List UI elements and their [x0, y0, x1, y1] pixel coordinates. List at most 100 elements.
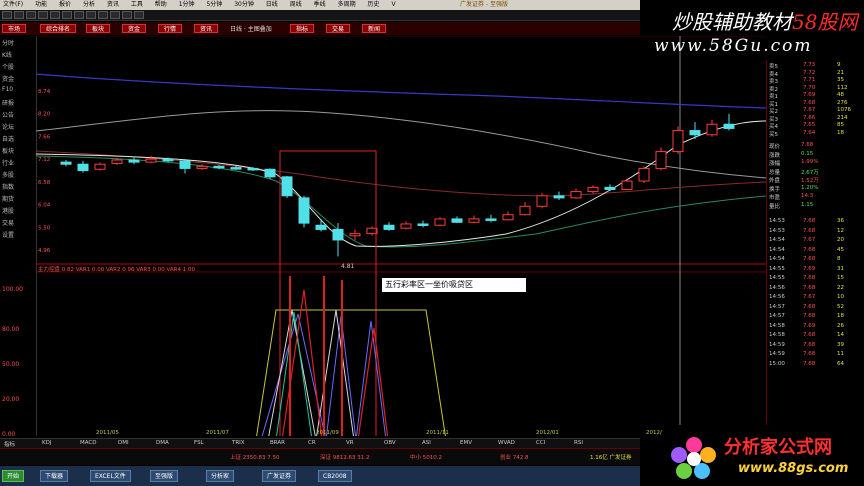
taskbar-item[interactable]: 至强版 [150, 470, 179, 482]
nav-item[interactable]: F10 [2, 86, 32, 93]
candle-body [179, 160, 191, 169]
tick-price: 7.68 [803, 275, 816, 281]
trade-button[interactable]: 交易 [326, 24, 351, 33]
nav-item[interactable]: 指数 [2, 182, 32, 191]
nav-item[interactable]: 自选 [2, 134, 32, 143]
forward-icon[interactable] [26, 11, 36, 19]
back-icon[interactable] [14, 11, 24, 19]
taskbar-item[interactable]: CB2008 [318, 470, 352, 482]
market-button[interactable]: 市场 [2, 24, 27, 33]
indicator-tab[interactable]: KDJ [42, 440, 51, 446]
tick-time: 14:53 [769, 218, 785, 224]
sector-button[interactable]: 板块 [86, 24, 111, 33]
indicator-tab[interactable]: FSL [194, 440, 204, 446]
nav-item[interactable]: 板块 [2, 146, 32, 155]
menu-quote[interactable]: 报价 [56, 1, 71, 8]
kline-chart[interactable]: 4.81 8.74 8.20 7.66 7.12 6.58 6.04 5.50 4.96 201… [36, 36, 766, 436]
version[interactable]: V [388, 1, 395, 8]
taskbar-item[interactable]: 分析家 [206, 470, 235, 482]
indicator-tab[interactable]: EMV [460, 440, 472, 446]
menu-help[interactable]: 帮助 [152, 1, 167, 8]
menu-analysis[interactable]: 分析 [80, 1, 95, 8]
period-season[interactable]: 季线 [311, 1, 326, 8]
indicator-tab[interactable]: DMI [118, 440, 129, 446]
period-week[interactable]: 周线 [287, 1, 302, 8]
indicator-tab[interactable]: WVAD [498, 440, 515, 446]
indicator-tab[interactable]: OBV [384, 440, 396, 446]
nav-item[interactable]: 分时 [2, 38, 32, 47]
date-tick-label: 2011/11 [426, 430, 449, 436]
nav-item[interactable]: 多股 [2, 170, 32, 179]
candle-body [451, 218, 463, 223]
tick-price: 7.68 [803, 227, 816, 234]
capital-button[interactable]: 资金 [122, 24, 147, 33]
history[interactable]: 历史 [365, 1, 380, 8]
indicator-tab[interactable]: TRIX [232, 440, 245, 446]
taskbar-item[interactable]: EXCEL文件 [90, 470, 131, 482]
home-icon[interactable] [2, 11, 12, 19]
tick-time: 14:54 [769, 256, 785, 262]
zoom-in-icon[interactable] [62, 11, 72, 19]
candle-body [128, 159, 140, 163]
ind-y-label: 20.00 [2, 396, 20, 403]
tick-time: 14:55 [769, 265, 785, 272]
period-multi[interactable]: 多周期 [335, 1, 356, 8]
indicator-tab[interactable]: MACD [80, 440, 97, 446]
nav-item[interactable]: 交易 [2, 218, 32, 227]
period-day[interactable]: 日线 [263, 1, 278, 8]
headline-button[interactable]: 新闻 [362, 24, 387, 33]
news-info-button[interactable]: 资讯 [194, 24, 219, 33]
indicator-tab[interactable]: CCI [536, 440, 545, 446]
nav-item[interactable]: 期货 [2, 194, 32, 203]
period-5min[interactable]: 5分钟 [203, 1, 222, 8]
zoom-out-icon[interactable] [74, 11, 84, 19]
nav-item[interactable]: 行业 [2, 158, 32, 167]
candle-body [672, 130, 684, 153]
candle-body [468, 218, 480, 223]
tick-volume: 20 [837, 237, 844, 243]
candle-body [723, 123, 735, 129]
indicator-tab[interactable]: 指标 [4, 440, 15, 448]
ind-y-label: 0.00 [2, 431, 16, 438]
ranking-button[interactable]: 综合排名 [40, 24, 77, 33]
indicator-tab[interactable]: ASI [422, 440, 431, 446]
nav-item[interactable]: 公告 [2, 110, 32, 119]
search-icon[interactable] [50, 11, 60, 19]
nav-item[interactable]: 港股 [2, 206, 32, 215]
print-icon[interactable] [98, 11, 108, 19]
nav-item[interactable]: 个股 [2, 62, 32, 71]
nav-item[interactable]: 设置 [2, 230, 32, 239]
menu-news[interactable]: 资讯 [104, 1, 119, 8]
indicator-tab[interactable]: VR [346, 440, 354, 446]
settings-icon[interactable] [110, 11, 120, 19]
taskbar-item[interactable]: 下载器 [40, 470, 69, 482]
period-1min[interactable]: 1分钟 [176, 1, 195, 8]
indicator-button[interactable]: 指标 [290, 24, 315, 33]
nav-item[interactable]: 研报 [2, 98, 32, 107]
indicator-tab[interactable]: BRAR [270, 440, 285, 446]
start-button[interactable]: 开始 [2, 470, 25, 482]
indicator-tab[interactable]: DMA [156, 440, 169, 446]
period-30min[interactable]: 30分钟 [231, 1, 254, 8]
nav-item[interactable]: 论坛 [2, 122, 32, 131]
indicator-tab[interactable]: RSI [574, 440, 583, 446]
indicator-tab[interactable]: CR [308, 440, 316, 446]
taskbar-item[interactable]: 广发证券 [262, 470, 297, 482]
quote-button[interactable]: 行情 [158, 24, 183, 33]
candle-body [604, 186, 616, 190]
list-icon[interactable] [134, 11, 144, 19]
order-book-price: 7.66 [803, 114, 816, 121]
tick-volume: 39 [837, 341, 844, 348]
window-icon[interactable] [122, 11, 132, 19]
order-book-price: 7.68 [803, 99, 816, 106]
nav-item[interactable]: 资金 [2, 74, 32, 83]
menu-file[interactable]: 文件(F) [0, 1, 23, 8]
menu-tools[interactable]: 工具 [128, 1, 143, 8]
refresh-icon[interactable] [38, 11, 48, 19]
ind-y-label: 80.00 [2, 326, 20, 333]
tick-volume: 22 [837, 284, 844, 291]
nav-item[interactable]: K线 [2, 50, 32, 59]
chart-icon[interactable] [86, 11, 96, 19]
order-book-price: 7.69 [803, 92, 816, 98]
menu-function[interactable]: 功能 [32, 1, 47, 8]
